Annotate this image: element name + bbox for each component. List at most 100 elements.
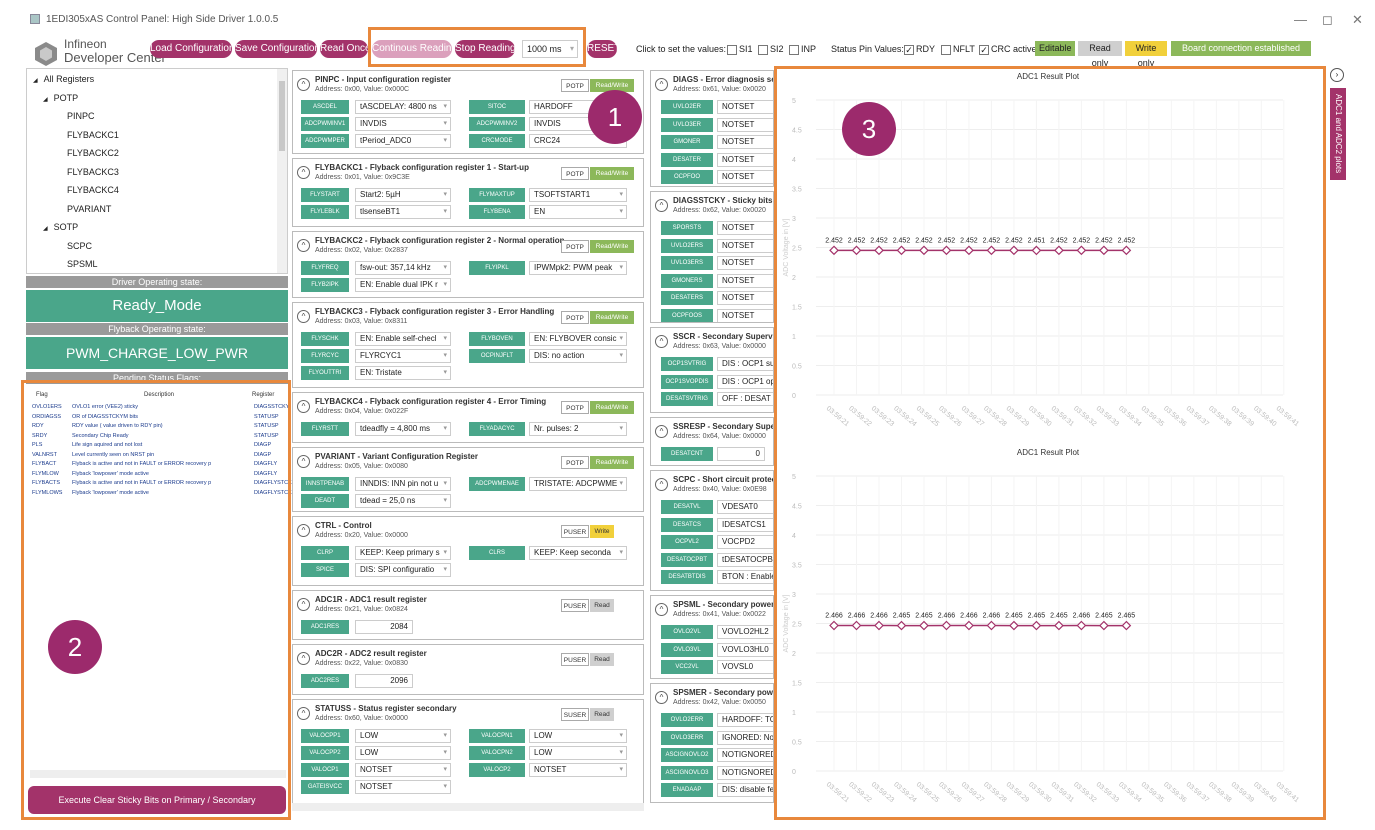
collapse-chevron-icon[interactable]: ^ <box>297 166 310 179</box>
field-value-select[interactable]: KEEP: Keep seconda ▾ <box>529 546 627 560</box>
field-value-select[interactable]: INVDIS ▾ <box>355 117 451 131</box>
field-value-select[interactable]: VOVSL0 <box>717 660 773 674</box>
maximize-button[interactable]: ◻ <box>1322 12 1333 28</box>
field-value-select[interactable]: EN: Enable self-checl ▾ <box>355 332 451 346</box>
field-value-select[interactable]: NOTIGNORED <box>717 748 773 762</box>
inp-checkbox[interactable]: INP <box>789 44 816 55</box>
crc-checkbox[interactable]: ✓ CRC active <box>979 44 1037 55</box>
collapse-chevron-icon[interactable]: ^ <box>297 400 310 413</box>
field-value-input[interactable]: 2096 <box>355 674 413 688</box>
field-value-input[interactable]: 0 <box>717 447 765 461</box>
field-value-select[interactable]: tdead = 25,0 ns ▾ <box>355 494 451 508</box>
si2-checkbox[interactable]: SI2 <box>758 44 784 55</box>
collapse-chevron-icon[interactable]: ^ <box>297 652 310 665</box>
field-value-select[interactable]: Nr. pulses: 2 ▾ <box>529 422 627 436</box>
expand-toggle-icon[interactable]: ◢ <box>33 78 38 84</box>
field-value-select[interactable]: NOTSET <box>717 273 773 288</box>
field-value-select[interactable]: NOTSET <box>717 238 773 253</box>
collapse-chevron-icon[interactable]: ^ <box>655 425 668 438</box>
save-configuration-button[interactable]: Save Configuration <box>235 40 317 58</box>
field-value-select[interactable]: TRISTATE: ADCPWME ▾ <box>529 477 627 491</box>
collapse-chevron-icon[interactable]: ^ <box>655 199 668 212</box>
field-value-select[interactable]: DIS: disable fe <box>717 783 773 797</box>
field-value-select[interactable]: NOTSET <box>717 152 773 167</box>
field-value-select[interactable]: NOTSET <box>717 100 773 114</box>
field-value-select[interactable]: VOCPD2 <box>717 535 773 549</box>
collapse-chevron-icon[interactable]: ^ <box>297 310 310 323</box>
field-value-select[interactable]: BTON : Enable <box>717 570 773 584</box>
field-value-select[interactable]: fsw-out: 357,14 kHz ▾ <box>355 261 451 275</box>
field-value-select[interactable]: EN ▾ <box>529 205 627 219</box>
field-value-select[interactable]: LOW ▾ <box>355 746 451 760</box>
collapse-chevron-icon[interactable]: ^ <box>297 598 310 611</box>
tree-item-pinpc[interactable]: PINPC <box>67 111 95 121</box>
collapse-chevron-icon[interactable]: ^ <box>655 478 668 491</box>
tree-item-flybackc4[interactable]: FLYBACKC4 <box>67 185 119 195</box>
field-value-select[interactable]: tASCDELAY: 4800 ns ▾ <box>355 100 451 114</box>
tree-item-all-registers[interactable]: ◢ All Registers <box>33 74 94 84</box>
expand-toggle-icon[interactable]: ◢ <box>43 226 48 232</box>
field-value-select[interactable]: INNDIS: INN pin not u ▾ <box>355 477 451 491</box>
collapse-chevron-icon[interactable]: ^ <box>297 524 310 537</box>
field-value-select[interactable]: VOVLO2HL2 <box>717 625 773 639</box>
collapse-chevron-icon[interactable]: ^ <box>655 603 668 616</box>
field-value-select[interactable]: NOTSET ▾ <box>355 763 451 777</box>
field-value-select[interactable]: NOTIGNORED <box>717 765 773 780</box>
rdy-checkbox[interactable]: ✓ RDY <box>904 44 935 55</box>
field-value-select[interactable]: NOTSET <box>717 170 773 184</box>
tree-item-flybackc2[interactable]: FLYBACKC2 <box>67 148 119 158</box>
collapse-chevron-icon[interactable]: ^ <box>297 239 310 252</box>
field-value-select[interactable]: DIS : OCP1 op <box>717 374 773 389</box>
field-value-select[interactable]: NOTSET <box>717 256 773 270</box>
field-value-select[interactable]: NOTSET <box>717 117 773 132</box>
tree-item-spsml[interactable]: SPSML <box>67 259 98 269</box>
field-value-select[interactable]: IPWMpk2: PWM peak ▾ <box>529 261 627 275</box>
field-value-select[interactable]: NOTSET <box>717 221 773 235</box>
field-value-select[interactable]: tdeadfly = 4,800 ms ▾ <box>355 422 451 436</box>
collapse-chevron-icon[interactable]: ^ <box>655 691 668 704</box>
field-value-select[interactable]: FLYRCYC1 ▾ <box>355 349 451 363</box>
field-value-select[interactable]: IDESATCS1 <box>717 517 773 532</box>
field-value-select[interactable]: HARDOFF: TO <box>717 713 773 727</box>
expand-plots-icon[interactable]: › <box>1330 68 1344 82</box>
field-value-select[interactable]: NOTSET <box>717 291 773 305</box>
field-value-select[interactable]: IGNORED: No <box>717 730 773 745</box>
field-value-select[interactable]: VDESAT0 <box>717 500 773 514</box>
collapse-chevron-icon[interactable]: ^ <box>297 78 310 91</box>
field-value-select[interactable]: EN: Enable dual IPK r ▾ <box>355 278 451 292</box>
tree-item-scpc[interactable]: SCPC <box>67 241 92 251</box>
field-value-select[interactable]: tDESATOCPBT <box>717 552 773 567</box>
field-value-select[interactable]: NOTSET <box>717 135 773 149</box>
field-value-select[interactable]: KEEP: Keep primary s ▾ <box>355 546 451 560</box>
field-value-select[interactable]: EN: FLYBOVER consic ▾ <box>529 332 627 346</box>
field-value-select[interactable]: NOTSET ▾ <box>529 763 627 777</box>
field-value-select[interactable]: TSOFTSTART1 ▾ <box>529 188 627 202</box>
field-value-select[interactable]: Start2: 5µH ▾ <box>355 188 451 202</box>
minimize-button[interactable]: — <box>1294 12 1307 27</box>
field-value-input[interactable]: 2084 <box>355 620 413 634</box>
field-value-select[interactable]: DIS: SPI configuratio ▾ <box>355 563 451 577</box>
collapse-chevron-icon[interactable]: ^ <box>655 78 668 91</box>
expand-toggle-icon[interactable]: ◢ <box>43 97 48 103</box>
field-value-select[interactable]: EN: Tristate ▾ <box>355 366 451 380</box>
collapse-chevron-icon[interactable]: ^ <box>297 455 310 468</box>
field-value-select[interactable]: tlsenseBT1 ▾ <box>355 205 451 219</box>
read-once-button[interactable]: Read Once <box>320 40 368 58</box>
adc-plots-side-tab[interactable]: ADC1 and ADC2 plots <box>1330 88 1346 180</box>
scroll-thumb[interactable] <box>279 81 285 151</box>
field-value-select[interactable]: LOW ▾ <box>529 729 627 743</box>
field-value-select[interactable]: LOW ▾ <box>355 729 451 743</box>
close-button[interactable]: ✕ <box>1352 12 1363 28</box>
field-value-select[interactable]: VOVLO3HL0 <box>717 642 773 657</box>
field-value-select[interactable]: DIS : OCP1 su <box>717 357 773 371</box>
collapse-chevron-icon[interactable]: ^ <box>297 707 310 720</box>
tree-item-potp[interactable]: ◢ POTP <box>43 93 78 103</box>
field-value-select[interactable]: NOTSET ▾ <box>355 780 451 794</box>
register-tree[interactable]: ◢ All Registers ◢ POTP PINPC FLYBACKC1 FLYBACK… <box>26 68 288 274</box>
tree-item-flybackc1[interactable]: FLYBACKC1 <box>67 130 119 140</box>
field-value-select[interactable]: tPeriod_ADC0 ▾ <box>355 134 451 148</box>
nflt-checkbox[interactable]: NFLT <box>941 44 975 55</box>
tree-item-sotp[interactable]: ◢ SOTP <box>43 222 78 232</box>
field-value-select[interactable]: OFF : DESAT s <box>717 392 773 406</box>
reset-button[interactable]: RESET <box>587 40 617 58</box>
